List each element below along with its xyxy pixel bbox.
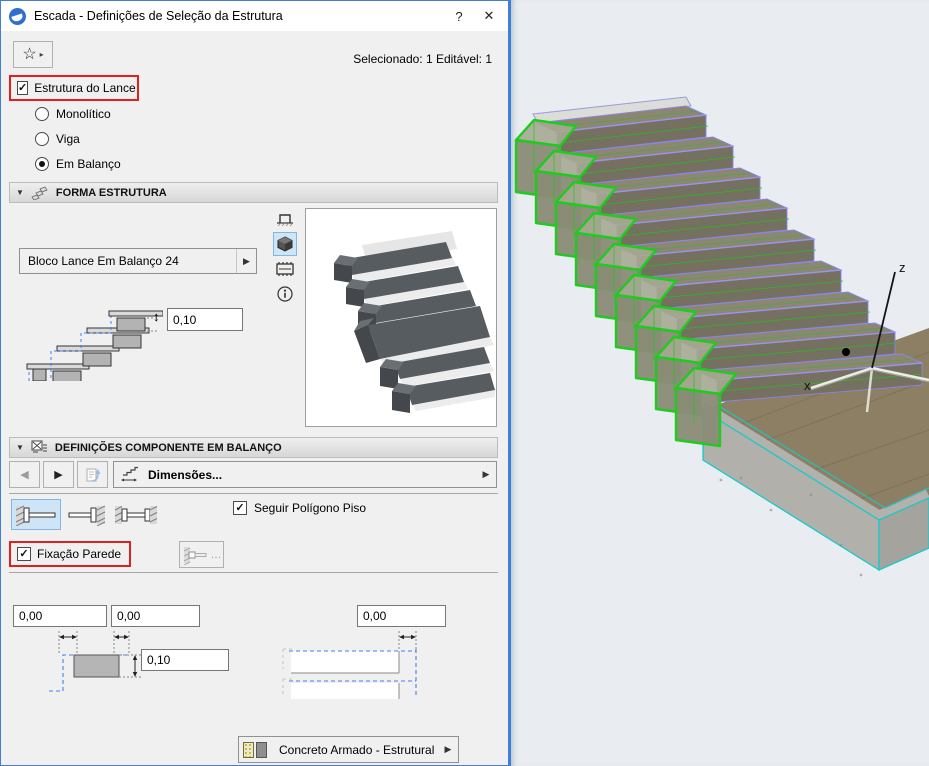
flyout-arrow-icon: ▸	[40, 50, 44, 59]
plan-view-button[interactable]	[273, 207, 297, 231]
film-strip-icon	[275, 260, 295, 278]
material-dropdown[interactable]: Concreto Armado - Estrutural ▶	[238, 736, 459, 763]
stair-structure-icon	[31, 186, 49, 200]
dimensions-dropdown-label: Dimensões...	[140, 468, 476, 482]
plate-thickness-input[interactable]	[141, 649, 229, 671]
chevron-right-icon: ▶	[476, 462, 496, 487]
left-offset-input[interactable]	[13, 605, 107, 627]
wall-fix-options-button[interactable]: …	[179, 541, 224, 568]
red-annotation-box: ✓ Fixação Parede	[9, 541, 131, 567]
dimensions-dropdown[interactable]: Dimensões... ▶	[113, 461, 497, 488]
collapse-icon: ▼	[16, 188, 24, 197]
support-left-toggle[interactable]	[11, 499, 61, 530]
title-bar[interactable]: Escada - Definições de Seleção da Estrut…	[1, 1, 508, 31]
material-dropdown-value: Concreto Armado - Estrutural	[271, 743, 438, 757]
forma-estrutura-title: FORMA ESTRUTURA	[56, 187, 167, 199]
stair-structure-dialog: Escada - Definições de Seleção da Estrut…	[0, 0, 511, 766]
right-offset-input[interactable]	[357, 605, 446, 627]
archicad-logo-icon	[9, 8, 26, 25]
monolitico-label: Monolítico	[56, 107, 111, 121]
favorites-button[interactable]: ☆ ▸	[13, 41, 53, 68]
riser-schematic	[13, 291, 163, 381]
info-icon	[276, 285, 294, 303]
support-both-toggle[interactable]	[111, 499, 161, 530]
transfer-settings-icon	[84, 466, 102, 484]
chevron-right-icon: ▶	[236, 249, 256, 273]
wall-connection-icon	[182, 545, 208, 565]
plan-symbol-icon	[276, 210, 294, 228]
arrow-right-icon: ▶	[54, 468, 62, 481]
componente-header[interactable]: ▼ DEFINIÇÕES COMPONENTE EM BALANÇO	[9, 437, 498, 458]
forma-estrutura-header[interactable]: ▼ FORMA ESTRUTURA	[9, 182, 498, 203]
3d-view-button[interactable]	[273, 232, 297, 256]
support-right-icon	[67, 504, 107, 526]
preview-stairs-image	[306, 209, 496, 426]
radio-row-viga[interactable]: Viga	[35, 132, 80, 146]
support-both-icon	[114, 504, 158, 526]
radio-row-em-balanco[interactable]: Em Balanço	[35, 157, 121, 171]
next-component-button[interactable]: ▶	[43, 461, 74, 488]
z-axis-label: z	[899, 260, 906, 275]
follow-polygon-label: Seguir Polígono Piso	[254, 501, 366, 515]
structure-thickness-input[interactable]	[167, 308, 243, 331]
updown-arrow-icon: ↕	[153, 309, 160, 324]
red-annotation-box: ✓ Estrutura do Lance	[9, 75, 139, 101]
divider	[9, 572, 498, 573]
divider	[9, 493, 498, 494]
viga-label: Viga	[56, 132, 80, 146]
wall-fix-label: Fixação Parede	[37, 547, 121, 561]
offset-diagram-right	[281, 629, 451, 717]
component-settings-icon	[31, 440, 48, 455]
material-swatch-icon	[243, 742, 267, 758]
dimensions-icon	[120, 466, 140, 483]
info-button[interactable]	[273, 282, 297, 306]
selection-status: Selecionado: 1 Editável: 1	[353, 52, 492, 66]
follow-polygon-row[interactable]: ✓ Seguir Polígono Piso	[233, 501, 366, 515]
em-balanco-radio[interactable]	[35, 157, 49, 171]
help-button[interactable]: ?	[444, 3, 474, 29]
profile-dropdown-value: Bloco Lance Em Balanço 24	[20, 254, 236, 268]
wall-fix-checkbox[interactable]: ✓	[17, 547, 31, 561]
x-axis-label: x	[804, 378, 811, 393]
3d-viewport[interactable]: z x	[511, 0, 929, 766]
estrutura-do-lance-label: Estrutura do Lance	[34, 81, 135, 95]
arrow-left-icon: ◀	[20, 468, 28, 481]
componente-title: DEFINIÇÕES COMPONENTE EM BALANÇO	[55, 442, 282, 454]
section-view-button[interactable]	[273, 257, 297, 281]
close-button[interactable]: ✕	[474, 3, 504, 29]
cube-icon	[276, 235, 294, 253]
radio-row-monolitico[interactable]: Monolítico	[35, 107, 111, 121]
follow-polygon-checkbox[interactable]: ✓	[233, 501, 247, 515]
em-balanco-label: Em Balanço	[56, 157, 121, 171]
estrutura-do-lance-checkbox[interactable]: ✓	[17, 81, 28, 95]
previous-component-button[interactable]: ◀	[9, 461, 40, 488]
transfer-settings-button[interactable]	[77, 461, 108, 488]
dialog-title: Escada - Definições de Seleção da Estrut…	[34, 9, 283, 23]
support-right-toggle[interactable]	[64, 499, 109, 530]
star-icon: ☆	[22, 47, 36, 63]
collapse-icon: ▼	[16, 443, 24, 452]
ellipsis-icon: …	[211, 549, 222, 561]
profile-dropdown[interactable]: Bloco Lance Em Balanço 24 ▶	[19, 248, 257, 274]
3d-scene: z x	[511, 0, 929, 766]
chevron-right-icon: ▶	[438, 737, 458, 762]
support-left-icon	[14, 504, 58, 526]
structure-preview	[305, 208, 497, 427]
viga-radio[interactable]	[35, 132, 49, 146]
screen: Escada - Definições de Seleção da Estrut…	[0, 0, 929, 766]
offset-diagram-left	[11, 629, 251, 717]
monolitico-radio[interactable]	[35, 107, 49, 121]
mid-offset-input[interactable]	[111, 605, 200, 627]
